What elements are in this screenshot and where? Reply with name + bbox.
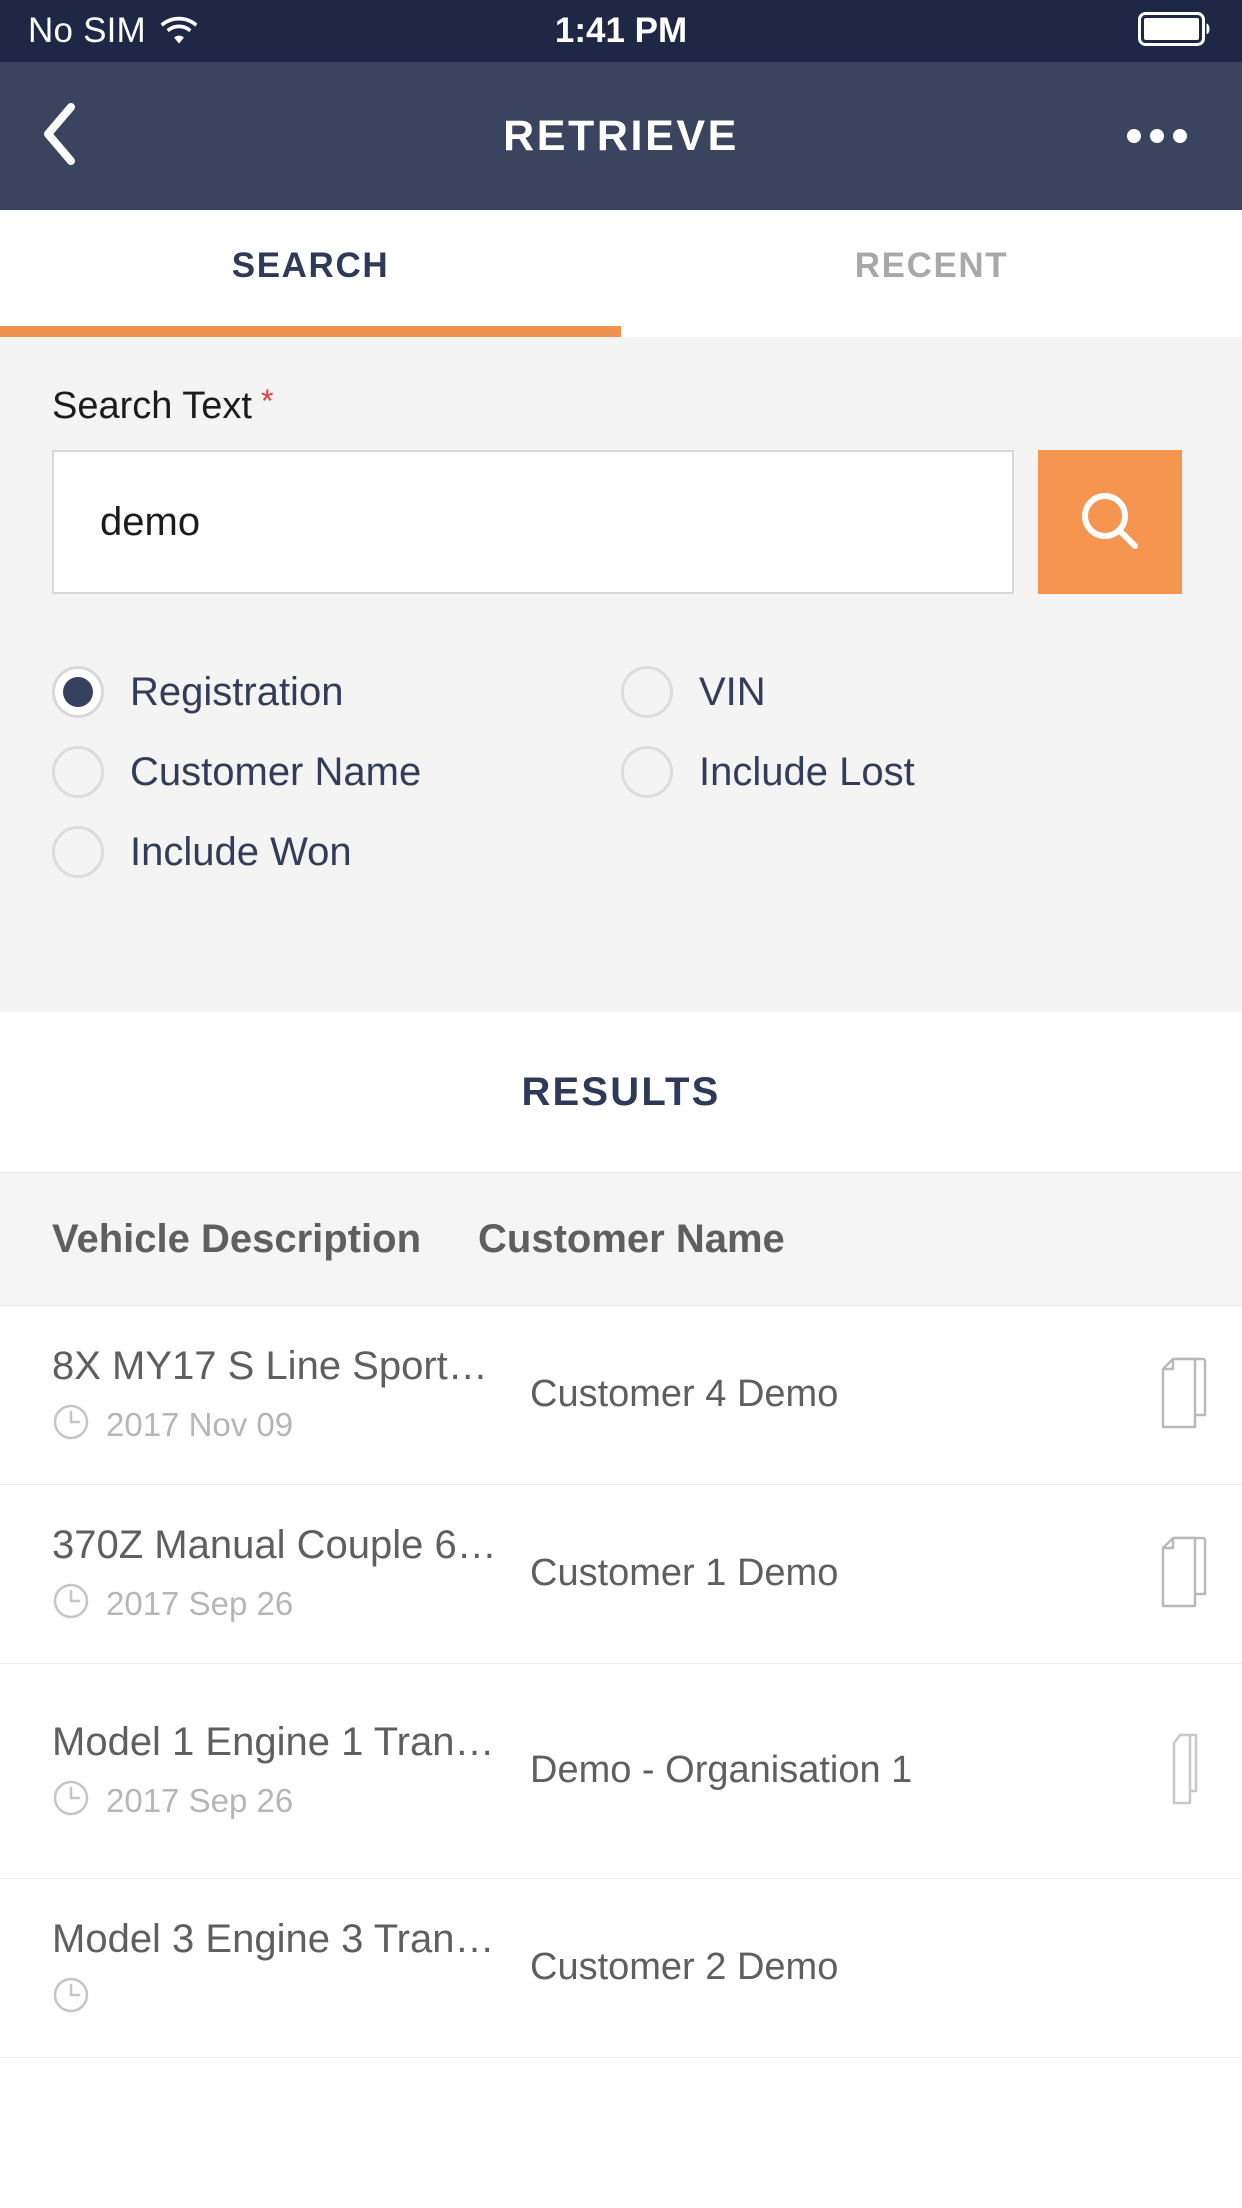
- copy-icon: [1153, 1535, 1215, 1614]
- cell-customer-name: Demo - Organisation 1: [530, 1749, 913, 1792]
- search-options-group: Registration VIN Customer Name Include L…: [52, 666, 1190, 878]
- overflow-menu-button[interactable]: [1112, 129, 1202, 143]
- search-panel: Search Text * Registration: [0, 337, 1242, 1012]
- option-registration-label: Registration: [130, 669, 344, 714]
- cell-customer-name: Customer 4 Demo: [530, 1373, 839, 1416]
- search-input[interactable]: [52, 450, 1014, 594]
- clock-icon: [52, 1403, 90, 1446]
- clock-icon: [52, 1582, 90, 1625]
- cell-customer-name: Customer 1 Demo: [530, 1552, 839, 1595]
- cell-vehicle-description: Model 1 Engine 1 Tran… 2017 Sep 26: [52, 1720, 495, 1822]
- vehicle-description-text: 8X MY17 S Line Sport…: [52, 1344, 488, 1388]
- search-text-label: Search Text *: [52, 385, 1190, 428]
- search-icon: [1074, 485, 1146, 560]
- overflow-menu-icon: [1127, 129, 1141, 143]
- wifi-icon: [160, 14, 198, 49]
- tab-recent[interactable]: RECENT: [621, 210, 1242, 337]
- status-bar: No SIM 1:41 PM: [0, 0, 1242, 62]
- results-table-header: Vehicle Description Customer Name: [0, 1172, 1242, 1306]
- search-label-text: Search Text: [52, 385, 252, 427]
- radio-vin-icon: [621, 666, 673, 718]
- tab-active-indicator: [0, 326, 621, 337]
- table-row[interactable]: Model 3 Engine 3 Tran… Customer 2 Demo: [0, 1879, 1242, 2058]
- status-bar-left: No SIM: [28, 11, 198, 51]
- radio-registration-icon: [52, 666, 104, 718]
- vehicle-date-text: 2017 Nov 09: [106, 1405, 294, 1443]
- search-row: [52, 450, 1190, 594]
- clock-icon: [52, 1976, 90, 2019]
- chevron-left-icon: [40, 101, 80, 172]
- option-include-won-label: Include Won: [130, 829, 352, 874]
- copy-icon: [1153, 1356, 1215, 1435]
- search-submit-button[interactable]: [1038, 450, 1182, 594]
- radio-include-lost-icon: [621, 746, 673, 798]
- vehicle-date: [52, 1976, 492, 2019]
- option-include-lost-label: Include Lost: [699, 749, 915, 794]
- radio-selected-dot: [63, 677, 93, 707]
- column-header-vehicle-description: Vehicle Description: [52, 1216, 422, 1261]
- row-action-button[interactable]: [1172, 1732, 1242, 1811]
- radio-include-won-icon: [52, 826, 104, 878]
- nav-bar: RETRIEVE: [0, 62, 1242, 210]
- option-vin[interactable]: VIN: [621, 666, 1190, 718]
- row-action-button[interactable]: [1126, 1535, 1242, 1614]
- row-action-button[interactable]: [1126, 1356, 1242, 1435]
- column-header-customer-name: Customer Name: [478, 1216, 785, 1261]
- page-title: RETRIEVE: [503, 111, 739, 160]
- vehicle-date: 2017 Sep 26: [52, 1582, 492, 1625]
- tab-search[interactable]: SEARCH: [0, 210, 621, 337]
- table-row[interactable]: Model 1 Engine 1 Tran… 2017 Sep 26 Demo …: [0, 1664, 1242, 1879]
- option-include-won[interactable]: Include Won: [52, 826, 621, 878]
- status-bar-right: [1138, 11, 1214, 51]
- tab-bar: SEARCH RECENT: [0, 210, 1242, 337]
- cell-vehicle-description: Model 3 Engine 3 Tran…: [52, 1917, 495, 2019]
- option-registration[interactable]: Registration: [52, 666, 621, 718]
- copy-icon: [1172, 1732, 1198, 1811]
- option-include-lost[interactable]: Include Lost: [621, 746, 1190, 798]
- vehicle-date: 2017 Nov 09: [52, 1403, 492, 1446]
- table-row[interactable]: 370Z Manual Couple 6… 2017 Sep 26 Custom…: [0, 1485, 1242, 1664]
- table-row[interactable]: 8X MY17 S Line Sport… 2017 Nov 09 Custom…: [0, 1306, 1242, 1485]
- vehicle-date-text: 2017 Sep 26: [106, 1584, 294, 1622]
- overflow-dot-2: [1150, 129, 1164, 143]
- battery-full-icon: [1138, 11, 1214, 51]
- vehicle-date-text: 2017 Sep 26: [106, 1781, 294, 1819]
- vehicle-description-text: Model 1 Engine 1 Tran…: [52, 1720, 495, 1764]
- cell-customer-name: Customer 2 Demo: [530, 1946, 839, 1989]
- vehicle-description-text: 370Z Manual Couple 6…: [52, 1523, 497, 1567]
- results-heading: RESULTS: [0, 1012, 1242, 1172]
- app-root: No SIM 1:41 PM RETRIEVE SEARCH RECENT Se…: [0, 0, 1242, 2208]
- required-asterisk: *: [260, 383, 274, 419]
- option-customer-name-label: Customer Name: [130, 749, 422, 794]
- option-customer-name[interactable]: Customer Name: [52, 746, 621, 798]
- overflow-dot-3: [1173, 129, 1187, 143]
- clock-icon: [52, 1779, 90, 1822]
- back-button[interactable]: [40, 96, 100, 176]
- radio-customer-name-icon: [52, 746, 104, 798]
- carrier-label: No SIM: [28, 11, 146, 50]
- vehicle-description-text: Model 3 Engine 3 Tran…: [52, 1917, 495, 1961]
- option-vin-label: VIN: [699, 669, 766, 714]
- results-table-body: 8X MY17 S Line Sport… 2017 Nov 09 Custom…: [0, 1306, 1242, 2208]
- cell-vehicle-description: 370Z Manual Couple 6… 2017 Sep 26: [52, 1523, 497, 1625]
- cell-vehicle-description: 8X MY17 S Line Sport… 2017 Nov 09: [52, 1344, 492, 1446]
- vehicle-date: 2017 Sep 26: [52, 1779, 492, 1822]
